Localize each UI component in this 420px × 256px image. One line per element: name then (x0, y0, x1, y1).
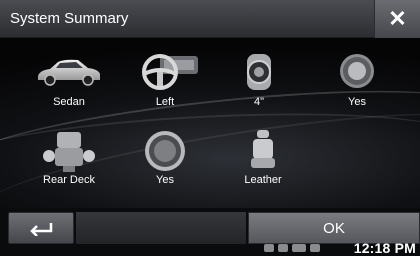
signal-icon (310, 244, 320, 252)
car-type-value: Sedan (53, 96, 85, 108)
subwoofer-value: Yes (156, 174, 174, 186)
seat-value: Leather (244, 174, 282, 186)
close-icon: ✕ (388, 6, 407, 31)
disc-icon (264, 244, 274, 252)
summary-item-subwoofer: Yes (120, 130, 210, 216)
clock: 12:18 PM (353, 240, 416, 256)
bluetooth-icon (278, 244, 288, 252)
steering-wheel-icon (142, 54, 198, 90)
system-summary-screen: System Summary ✕ Sedan Left 4" Yes Rear … (0, 0, 420, 256)
summary-item-speaker-size: 4" (214, 52, 304, 138)
status-icons (264, 242, 334, 254)
summary-item-steering: Left (120, 52, 210, 138)
summary-item-seat: Leather (218, 130, 308, 216)
status-bar: 12:18 PM (0, 240, 420, 256)
sedan-car-icon (38, 59, 100, 86)
subwoofer-icon (145, 131, 185, 171)
steering-value: Left (155, 96, 175, 108)
tweeter-icon (340, 54, 374, 88)
rear-speaker-value: Rear Deck (43, 174, 95, 186)
summary-item-tweeter: Yes (312, 52, 402, 138)
battery-icon (292, 244, 306, 252)
speaker-icon (247, 54, 271, 90)
title-bar: System Summary ✕ (0, 0, 420, 38)
summary-item-rear-speaker: Rear Deck (24, 130, 114, 216)
summary-item-car-type: Sedan (24, 52, 114, 138)
page-title: System Summary (10, 10, 129, 27)
speaker-size-value: 4" (253, 96, 265, 108)
leather-seat-icon (251, 130, 275, 168)
back-arrow-icon (30, 223, 53, 236)
tweeter-value: Yes (348, 96, 366, 108)
rear-deck-seats-icon (43, 132, 95, 172)
close-button[interactable]: ✕ (374, 0, 420, 38)
